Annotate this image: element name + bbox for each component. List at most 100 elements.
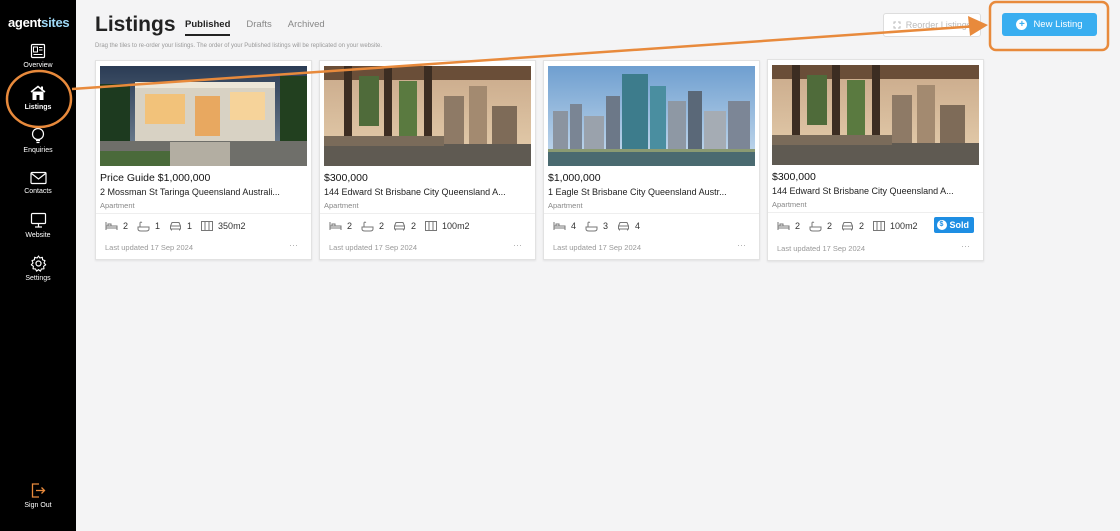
listing-card[interactable]: Price Guide $1,000,000 2 Mossman St Tari… [95,60,312,260]
listing-features: 2 2 2 100m2 [329,219,479,233]
floor-area-value: 350m2 [218,221,246,231]
sidebar-item-overview[interactable]: Overview [0,43,76,69]
listing-photo [548,66,755,166]
sidebar-item-contacts[interactable]: Contacts [0,171,76,195]
more-options-button[interactable]: ··· [737,240,746,250]
sidebar-item-label: Overview [23,62,53,69]
tab-published[interactable]: Published [185,19,231,36]
listing-photo [324,66,531,166]
bathrooms: 2 [809,221,832,232]
car-spaces-count: 4 [635,221,641,231]
car-spaces: 1 [169,221,192,231]
tab-archived[interactable]: Archived [288,19,325,36]
brand-logo[interactable]: agentsites [8,15,70,30]
dollar-icon: $ [936,220,947,230]
bedrooms: 4 [553,221,576,231]
bedrooms-count: 2 [795,221,801,231]
listing-type: Apartment [324,201,359,210]
mail-icon [29,171,47,185]
plus-circle-icon: + [1016,19,1028,30]
floor-area: 350m2 [201,221,246,231]
new-listing-label: New Listing [1033,19,1083,30]
bedrooms-count: 2 [347,221,353,231]
listing-address: 144 Edward St Brisbane City Queensland A… [772,186,954,196]
listing-card[interactable]: $1,000,000 1 Eagle St Brisbane City Quee… [543,60,760,260]
listing-address: 144 Edward St Brisbane City Queensland A… [324,187,506,197]
sidebar-item-listings[interactable]: Listings [0,85,76,111]
sidebar-item-label: Listings [24,104,52,111]
reorder-helper-text: Drag the tiles to re-order your listings… [95,43,383,49]
card-divider [320,213,535,214]
listing-tabs: Published Drafts Archived [185,19,341,36]
lightbulb-icon [31,127,45,144]
area-icon [201,221,214,231]
car-spaces: 2 [841,221,864,231]
reorder-listings-button[interactable]: Reorder Listings [883,13,981,37]
listing-card[interactable]: $300,000 144 Edward St Brisbane City Que… [319,60,536,260]
expand-icon [893,21,901,29]
bath-icon [361,221,374,231]
sidebar-item-settings[interactable]: Settings [0,255,76,282]
listing-card[interactable]: $300,000 144 Edward St Brisbane City Que… [767,59,984,261]
listing-price: $300,000 [324,172,368,184]
last-updated: Last updated 17 Sep 2024 [777,244,865,253]
car-spaces-count: 2 [411,221,417,231]
bathrooms-count: 2 [379,221,385,231]
bedrooms-count: 4 [571,221,577,231]
sidebar-item-label: Contacts [24,188,52,195]
car-icon [170,222,182,231]
more-options-button[interactable]: ··· [961,241,970,251]
more-options-button[interactable]: ··· [513,240,522,250]
listing-price: $300,000 [772,171,816,183]
sidebar: agentsites Overview Listings Enquiries C… [0,0,76,531]
bath-icon [585,221,598,231]
sign-out-button[interactable]: Sign Out [0,482,76,509]
floor-area: 100m2 [425,221,470,231]
listing-type: Apartment [772,200,807,209]
overview-icon [30,43,46,59]
listing-features: 2 1 1 350m2 [105,219,255,233]
floor-area-value: 100m2 [890,221,918,231]
listing-photo [100,66,307,166]
car-icon [842,222,854,231]
listing-price: $1,000,000 [548,172,601,184]
car-spaces: 4 [617,221,640,231]
sold-label: Sold [949,220,970,230]
bathrooms-count: 3 [603,221,609,231]
home-icon [30,85,46,100]
tab-drafts[interactable]: Drafts [246,19,271,36]
monitor-icon [30,212,46,228]
more-options-button[interactable]: ··· [289,240,298,250]
bed-icon [329,222,342,230]
listing-photo [772,65,979,165]
car-spaces-count: 2 [859,221,865,231]
listing-address: 2 Mossman St Taringa Queensland Australi… [100,187,280,197]
sign-out-label: Sign Out [24,502,52,509]
new-listing-button[interactable]: + New Listing [1002,13,1097,36]
listing-address: 1 Eagle St Brisbane City Queensland Aust… [548,187,727,197]
bed-icon [553,222,566,230]
sidebar-item-enquiries[interactable]: Enquiries [0,127,76,154]
listing-type: Apartment [100,201,135,210]
bathrooms: 3 [585,221,608,232]
area-icon [873,221,886,231]
bed-icon [777,222,790,230]
area-icon [425,221,438,231]
listing-features: 2 2 2 100m2 [777,219,927,233]
car-spaces-count: 1 [187,221,193,231]
listing-type: Apartment [548,201,583,210]
floor-area-value: 100m2 [442,221,470,231]
bath-icon [809,221,822,231]
sign-out-icon [31,483,46,498]
card-divider [544,213,759,214]
floor-area: 100m2 [873,221,918,231]
car-spaces: 2 [393,221,416,231]
bedrooms-count: 2 [123,221,129,231]
reorder-listings-label: Reorder Listings [905,20,972,30]
sidebar-item-label: Settings [25,275,51,282]
sidebar-item-label: Website [25,232,51,239]
main-content: Listings Published Drafts Archived Drag … [76,0,1120,531]
bed-icon [105,222,118,230]
sidebar-item-website[interactable]: Website [0,212,76,239]
bathrooms: 2 [361,221,384,232]
